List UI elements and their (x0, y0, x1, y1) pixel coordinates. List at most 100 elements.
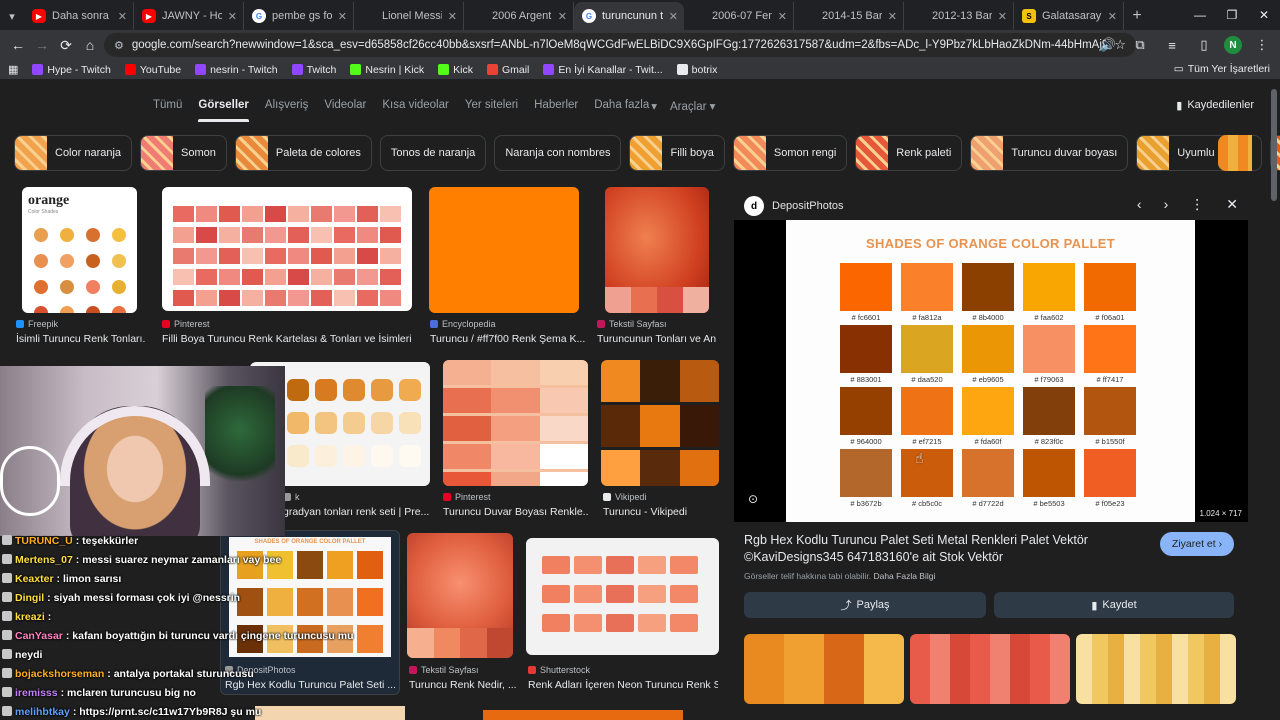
result-source[interactable]: Shutterstock (528, 665, 590, 675)
previous-icon[interactable]: ‹ (1137, 196, 1142, 213)
search-tab[interactable]: Haberler (534, 99, 578, 113)
tab-close-icon[interactable]: ✕ (778, 10, 787, 23)
more-options-icon[interactable]: ⋮ (1190, 196, 1204, 213)
address-bar[interactable]: ⚙ google.com/search?newwindow=1&sca_esv=… (104, 33, 1136, 57)
browser-tab[interactable]: Lionel Messi Jers ✕ (354, 2, 464, 30)
restore-icon[interactable]: ❐ (1216, 0, 1248, 30)
tab-close-icon[interactable]: ✕ (338, 10, 347, 23)
minimize-icon[interactable]: — (1184, 0, 1216, 30)
tab-close-icon[interactable]: ✕ (448, 10, 457, 23)
search-tab[interactable]: Alışveriş (265, 99, 308, 113)
site-info-icon[interactable]: ⚙ (114, 39, 124, 52)
preview-title[interactable]: Rgb Hex Kodlu Turuncu Palet Seti Metal R… (744, 532, 1124, 566)
tab-close-icon[interactable]: ✕ (1108, 10, 1117, 23)
related-image-2[interactable] (910, 634, 1070, 704)
reload-icon[interactable]: ⟳ (54, 33, 78, 57)
browser-tab[interactable]: Gpembe gs formas ✕ (244, 2, 354, 30)
close-window-icon[interactable]: ✕ (1248, 0, 1280, 30)
result-source[interactable]: Pinterest (162, 319, 210, 329)
bookmark-item[interactable]: Twitch (291, 64, 336, 76)
browser-tab[interactable]: S Galatasaray 2010 ✕ (1014, 2, 1124, 30)
search-tab[interactable]: Daha fazla (594, 99, 649, 113)
home-icon[interactable]: ⌂ (78, 33, 102, 57)
more-results-strip-2[interactable] (255, 706, 405, 720)
chat-username[interactable]: Keaxter (15, 573, 54, 585)
search-tab[interactable]: Görseller (198, 99, 249, 122)
chip-overflow[interactable] (1218, 135, 1252, 171)
search-tab[interactable]: Tümü (153, 99, 182, 113)
new-tab-button[interactable]: + (1124, 2, 1150, 30)
result-caption[interactable]: gradyan tonları renk seti | Pre... (283, 506, 443, 518)
next-icon[interactable]: › (1164, 196, 1169, 213)
bookmark-item[interactable]: Gmail (486, 64, 529, 76)
visit-button[interactable]: Ziyaret et › (1160, 532, 1234, 556)
tools-button[interactable]: Araçlar ▾ (670, 99, 715, 113)
tab-close-icon[interactable]: ✕ (998, 10, 1007, 23)
result-image-neon-orange[interactable] (526, 538, 719, 655)
related-image-1[interactable] (744, 634, 904, 704)
bookmark-item[interactable]: Kick (438, 64, 473, 76)
result-source[interactable]: Tekstil Sayfası (409, 665, 479, 675)
related-image-3[interactable] (1076, 634, 1236, 704)
chat-username[interactable]: TURUNC_U (15, 535, 73, 547)
result-caption[interactable]: İsimli Turuncu Renk Tonları... (16, 333, 146, 345)
browser-tab[interactable]: 2012-13 Barcelon ✕ (904, 2, 1014, 30)
tab-close-icon[interactable]: ✕ (669, 10, 678, 23)
related-chip[interactable]: Paleta de colores (234, 135, 372, 171)
scrollbar-thumb[interactable] (1271, 89, 1277, 201)
related-chip[interactable]: Naranja con nombres (494, 135, 622, 171)
preview-image-frame[interactable]: SHADES OF ORANGE COLOR PALLET # fc6601 # … (734, 220, 1248, 522)
search-tab[interactable]: Videolar (324, 99, 366, 113)
result-caption[interactable]: Turuncunun Tonları ve An... (597, 333, 717, 345)
related-chip[interactable]: Somon rengi (732, 135, 848, 171)
related-chip[interactable]: Filli boya (629, 135, 725, 171)
result-caption[interactable]: Turuncu Duvar Boyası Renkle... (443, 506, 588, 518)
result-image-rose[interactable] (407, 533, 513, 658)
more-info-link[interactable]: Daha Fazla Bilgi (873, 571, 935, 581)
forward-icon[interactable]: → (30, 33, 54, 57)
bookmark-item[interactable]: Nesrin | Kick (350, 64, 424, 76)
related-chip[interactable]: Tonos de naranja (379, 135, 487, 171)
saved-button[interactable]: ▮ Kaydedilenler (1176, 99, 1254, 112)
result-image-filli-boya[interactable] (162, 187, 412, 311)
bookmark-item[interactable]: nesrin - Twitch (195, 64, 278, 76)
related-chip[interactable]: Renk paleti (855, 135, 963, 171)
close-panel-icon[interactable]: ✕ (1226, 196, 1238, 213)
browser-tab[interactable]: ▶ Daha sonra izle - ✕ (24, 2, 134, 30)
result-caption[interactable]: Rgb Hex Kodlu Turuncu Palet Seti ... (225, 679, 395, 691)
bookmark-item[interactable]: Hype - Twitch (32, 64, 111, 76)
chat-username[interactable]: Mertens_07 (15, 554, 73, 566)
tab-close-icon[interactable]: ✕ (888, 10, 897, 23)
chat-username[interactable]: iremisss (15, 687, 58, 699)
chat-username[interactable]: neydi (15, 649, 42, 661)
result-source[interactable]: Freepik (16, 319, 58, 329)
audio-icon[interactable]: 🔊 (1096, 33, 1120, 57)
result-source[interactable]: k (283, 492, 300, 502)
related-chip[interactable]: Somon (140, 135, 227, 171)
browser-tab[interactable]: ▶ JAWNY - Honeyp ✕ (134, 2, 244, 30)
back-icon[interactable]: ← (6, 33, 30, 57)
chat-username[interactable]: Dingil (15, 592, 44, 604)
result-image-orange-shades[interactable]: orange Color Shades (22, 187, 137, 313)
sidepanel-icon[interactable]: ▯ (1192, 33, 1216, 57)
browser-tab[interactable]: 2014-15 Barcelon ✕ (794, 2, 904, 30)
browser-menu-icon[interactable]: ⋮ (1250, 33, 1274, 57)
result-source[interactable]: Pinterest (443, 492, 491, 502)
result-caption[interactable]: Turuncu - Vikipedi (603, 506, 723, 518)
browser-tab[interactable]: 2006-07 Fenerbah ✕ (684, 2, 794, 30)
result-source[interactable]: Encyclopedia (430, 319, 496, 329)
bookmark-item[interactable]: botrix (676, 64, 717, 76)
save-button[interactable]: ▮ Kaydet (994, 592, 1234, 618)
tab-close-icon[interactable]: ✕ (228, 10, 237, 23)
result-caption[interactable]: Filli Boya Turuncu Renk Kartelası & Tonl… (162, 333, 412, 345)
chat-username[interactable]: melihbtkay (15, 706, 70, 718)
result-image-tulip[interactable] (605, 187, 709, 313)
result-image-wikipedia[interactable] (601, 360, 719, 486)
extensions-icon[interactable]: ⧉ (1128, 33, 1152, 57)
search-tab[interactable]: Kısa videolar (382, 99, 448, 113)
related-chip[interactable]: Turuncu duvar boyası (970, 135, 1129, 171)
related-chip[interactable]: Color naranja (14, 135, 133, 171)
result-caption[interactable]: Turuncu Renk Nedir, ... (409, 679, 519, 691)
all-bookmarks-button[interactable]: ▭ Tüm Yer İşaretleri (1174, 63, 1270, 75)
result-source[interactable]: Tekstil Sayfası (597, 319, 667, 329)
